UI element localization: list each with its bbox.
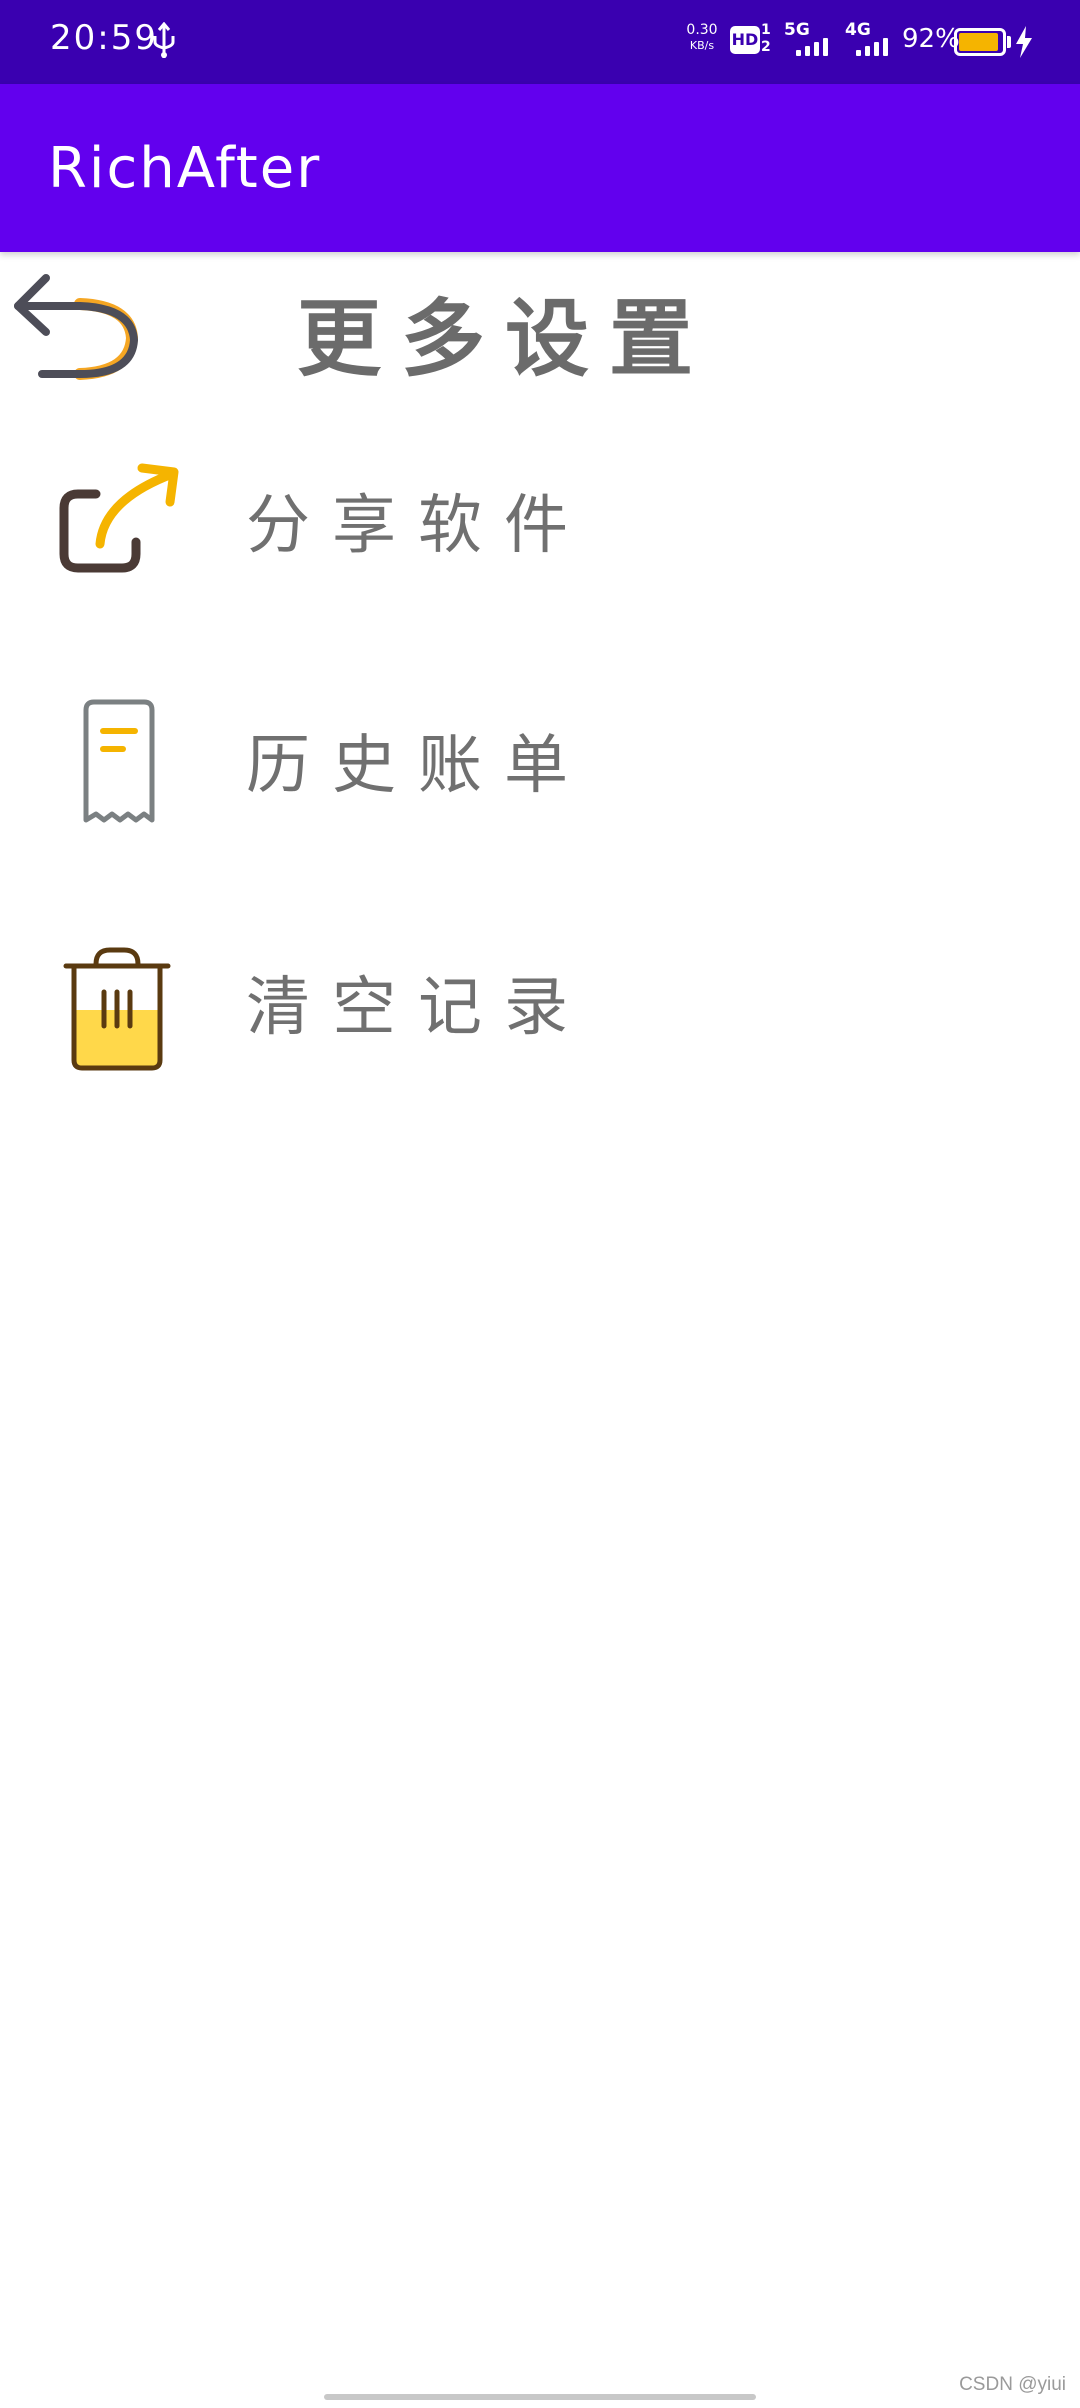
- network-speed: 0.30 KB/s: [684, 22, 720, 54]
- receipt-icon: [83, 699, 155, 823]
- menu-item-clear-records-label: 清空记录: [246, 971, 590, 1045]
- usb-icon: [153, 22, 175, 58]
- status-time: 20:59: [50, 18, 158, 58]
- battery-level-fill: [959, 33, 998, 51]
- trash-icon: [63, 947, 171, 1071]
- hd-badge: HD: [730, 26, 760, 54]
- menu-item-history-bills-label: 历史账单: [246, 729, 590, 803]
- network-speed-unit: KB/s: [689, 39, 715, 52]
- battery-icon: [954, 28, 1006, 56]
- page-title: 更多设置: [296, 290, 713, 388]
- menu-item-history-bills[interactable]: 历史账单: [0, 658, 1080, 858]
- charging-icon: [1016, 26, 1032, 58]
- network-speed-value: 0.30: [686, 22, 718, 38]
- app-title: RichAfter: [48, 136, 322, 201]
- signal-1-bars-icon: [796, 36, 836, 56]
- hd-sim-top: 1: [761, 22, 771, 38]
- hd-sim-indicator: 1 2: [761, 22, 771, 56]
- menu-item-clear-records[interactable]: 清空记录: [0, 900, 1080, 1100]
- signal-2-bars-icon: [856, 36, 896, 56]
- battery-tip: [1007, 36, 1011, 48]
- status-bar: 20:59 0.30 KB/s HD 1 2 5G 4G 92%: [0, 0, 1080, 84]
- home-indicator[interactable]: [324, 2394, 756, 2400]
- share-icon: [59, 463, 179, 573]
- screen: 20:59 0.30 KB/s HD 1 2 5G 4G 92% RichAft…: [0, 0, 1080, 2408]
- watermark: CSDN @yiui: [959, 2374, 1066, 2395]
- hd-sim-bottom: 2: [761, 39, 771, 55]
- menu-item-share-label: 分享软件: [246, 489, 590, 563]
- app-bar: RichAfter: [0, 84, 1080, 252]
- menu-item-share[interactable]: 分享软件: [0, 418, 1080, 618]
- battery-percent: 92%: [902, 24, 960, 54]
